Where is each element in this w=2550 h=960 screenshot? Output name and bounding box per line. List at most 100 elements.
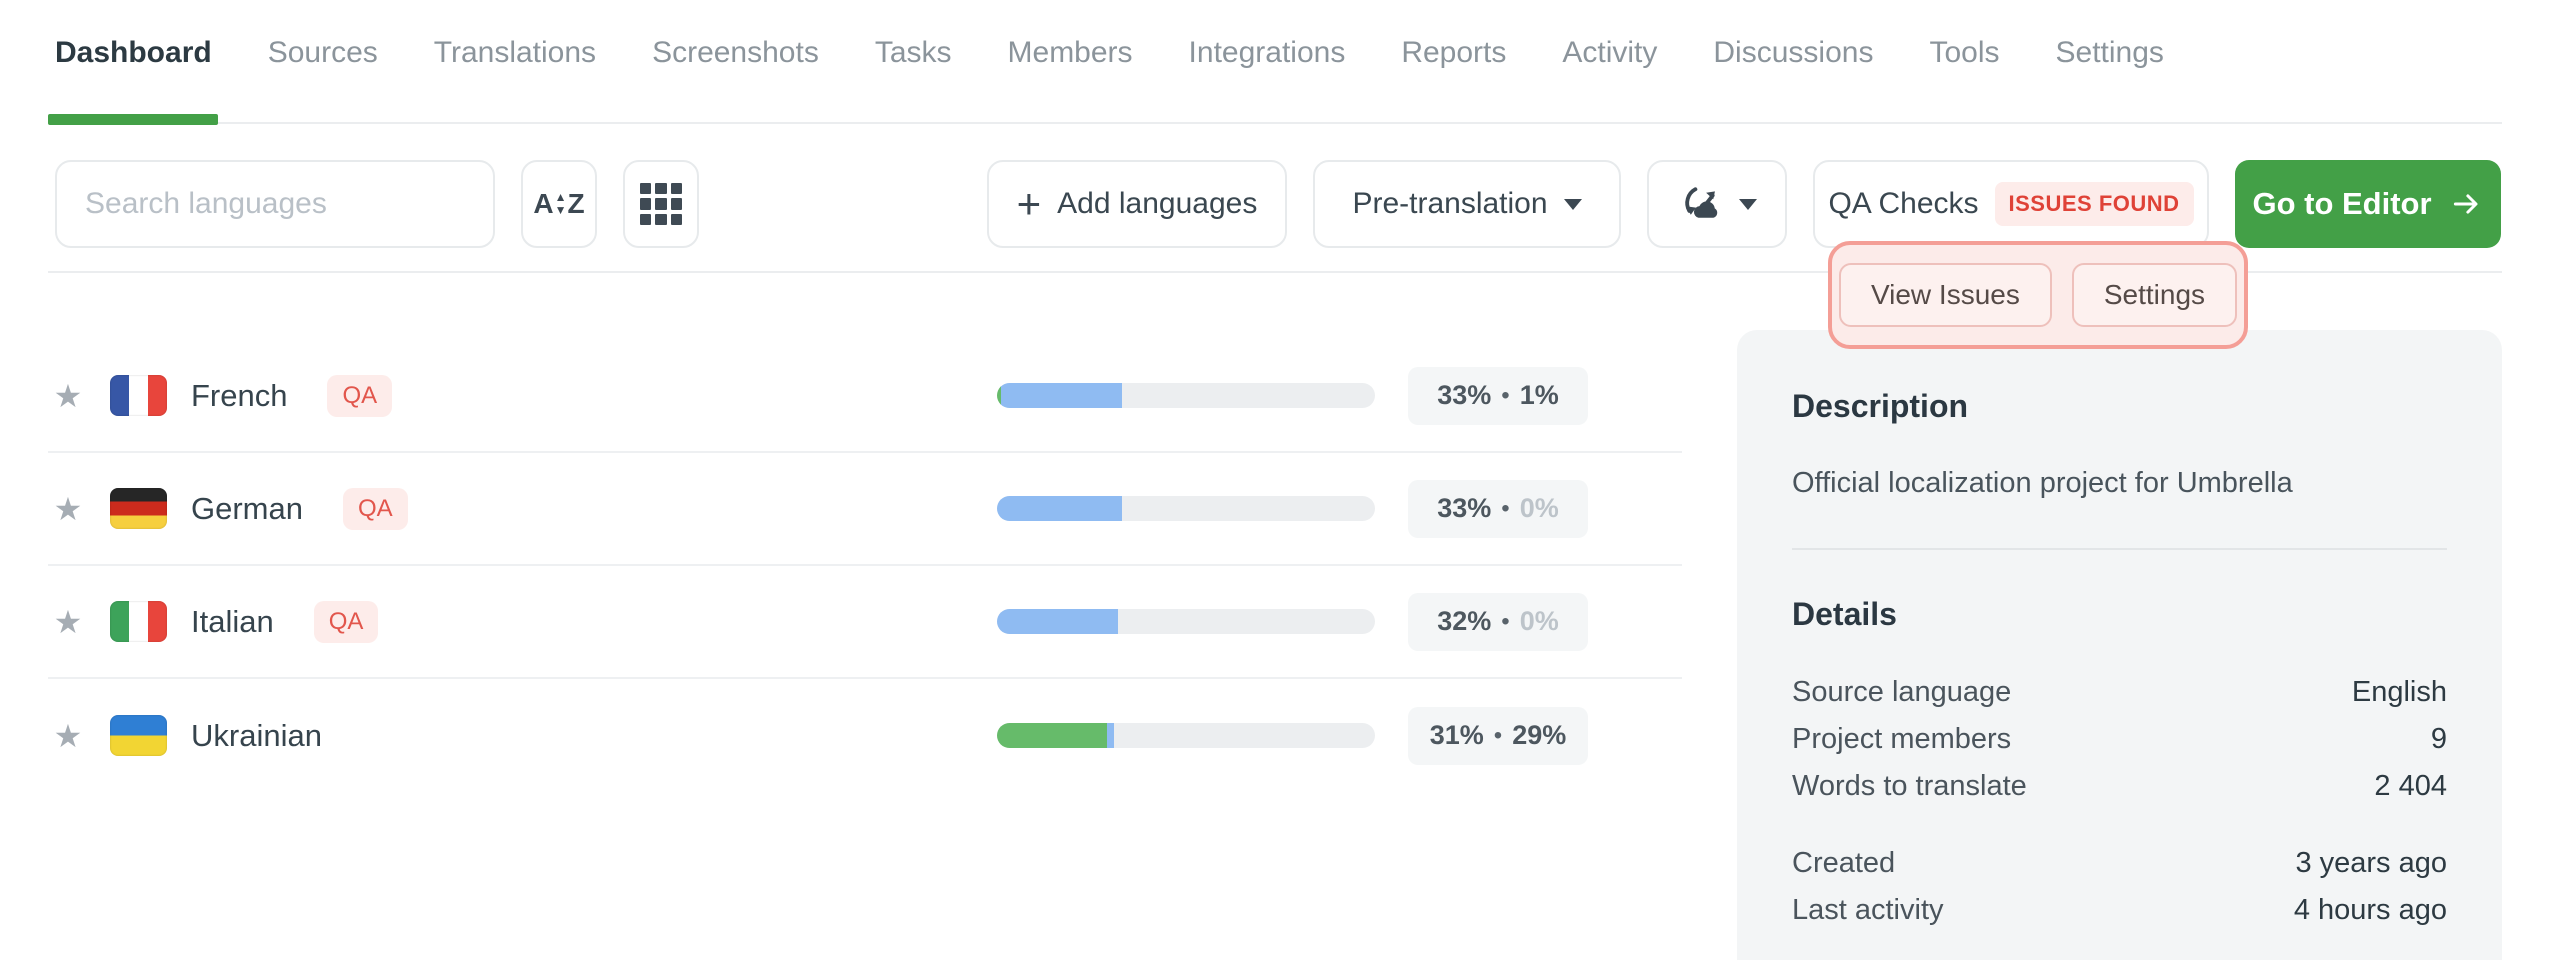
dot-separator: •: [1494, 722, 1502, 750]
qa-checks-button[interactable]: QA Checks ISSUES FOUND: [1813, 160, 2209, 248]
approved-percent: 1%: [1520, 380, 1559, 411]
panel-divider: [1792, 548, 2447, 550]
progress-translated: [1107, 723, 1115, 748]
detail-row-source-language: Source language English: [1792, 669, 2447, 716]
pre-translation-dropdown[interactable]: Pre-translation: [1313, 160, 1621, 248]
dot-separator: •: [1501, 608, 1509, 636]
progress-bar: [997, 723, 1375, 748]
arrow-right-icon: [2448, 189, 2484, 219]
go-to-editor-button[interactable]: Go to Editor: [2235, 160, 2501, 248]
description-title: Description: [1792, 388, 2447, 425]
tab-sources[interactable]: Sources: [268, 36, 378, 70]
progress-stats-badge: 33% • 0%: [1408, 480, 1588, 538]
cloud-sync-icon: [1677, 181, 1723, 227]
language-name[interactable]: German: [191, 491, 303, 527]
tab-tools[interactable]: Tools: [1929, 36, 1999, 70]
project-nav-tabs: Dashboard Sources Translations Screensho…: [55, 36, 2164, 70]
dot-separator: •: [1501, 382, 1509, 410]
sync-dropdown-button[interactable]: [1647, 160, 1787, 248]
progress-translated: [997, 496, 1122, 521]
settings-button[interactable]: Settings: [2072, 263, 2237, 327]
tab-discussions[interactable]: Discussions: [1713, 36, 1873, 70]
language-name[interactable]: French: [191, 378, 287, 414]
detail-row-last-activity: Last activity 4 hours ago: [1792, 887, 2447, 934]
favorite-star-icon[interactable]: ★: [48, 717, 88, 755]
sort-languages-button[interactable]: A ▲ ▼ Z: [521, 160, 597, 248]
language-list: ★ French QA 33% • 1% ★ German QA: [48, 340, 1682, 792]
nav-divider: [48, 122, 2502, 124]
tab-tasks[interactable]: Tasks: [875, 36, 952, 70]
go-to-editor-label: Go to Editor: [2252, 186, 2431, 222]
qa-checks-popover: View Issues Settings: [1828, 241, 2248, 349]
details-title: Details: [1792, 596, 2447, 633]
detail-value: 4 hours ago: [2294, 894, 2447, 927]
chevron-down-icon: [1739, 199, 1757, 210]
tab-integrations[interactable]: Integrations: [1189, 36, 1346, 70]
description-text: Official localization project for Umbrel…: [1792, 467, 2447, 500]
flag-italian: [110, 601, 167, 642]
detail-row-created: Created 3 years ago: [1792, 840, 2447, 887]
sort-az-icon: A ▲ ▼ Z: [533, 188, 584, 220]
progress-stats-badge: 33% • 1%: [1408, 367, 1588, 425]
detail-label: Created: [1792, 847, 1895, 880]
flag-german: [110, 488, 167, 529]
favorite-star-icon[interactable]: ★: [48, 603, 88, 641]
tab-screenshots[interactable]: Screenshots: [652, 36, 819, 70]
progress-stats-badge: 31% • 29%: [1408, 707, 1588, 765]
translated-percent: 31%: [1430, 720, 1484, 751]
progress-bar: [997, 496, 1375, 521]
tab-translations[interactable]: Translations: [434, 36, 596, 70]
detail-label: Words to translate: [1792, 770, 2027, 803]
language-row-italian: ★ Italian QA 32% • 0%: [48, 566, 1682, 679]
dot-separator: •: [1501, 495, 1509, 523]
tab-reports[interactable]: Reports: [1401, 36, 1506, 70]
progress-bar: [997, 609, 1375, 634]
detail-row-project-members: Project members 9: [1792, 716, 2447, 763]
progress-translated: [997, 609, 1118, 634]
detail-label: Project members: [1792, 723, 2011, 756]
progress-translated: [1001, 383, 1122, 408]
detail-value: 2 404: [2374, 770, 2447, 803]
language-row-german: ★ German QA 33% • 0%: [48, 453, 1682, 566]
qa-badge[interactable]: QA: [314, 601, 379, 643]
progress-bar: [997, 383, 1375, 408]
detail-value: 3 years ago: [2295, 847, 2447, 880]
favorite-star-icon[interactable]: ★: [48, 490, 88, 528]
tab-activity[interactable]: Activity: [1562, 36, 1657, 70]
translated-percent: 33%: [1437, 380, 1491, 411]
qa-checks-label: QA Checks: [1828, 187, 1978, 221]
approved-percent: 0%: [1520, 606, 1559, 637]
language-name[interactable]: Ukrainian: [191, 718, 322, 754]
detail-row-words-to-translate: Words to translate 2 404: [1792, 763, 2447, 810]
translated-percent: 32%: [1437, 606, 1491, 637]
languages-toolbar: A ▲ ▼ Z + Add languages Pre-translation: [55, 160, 2501, 248]
view-issues-button[interactable]: View Issues: [1839, 263, 2052, 327]
pre-translation-label: Pre-translation: [1352, 187, 1547, 221]
progress-stats-badge: 32% • 0%: [1408, 593, 1588, 651]
tab-settings[interactable]: Settings: [2056, 36, 2164, 70]
chevron-down-icon: [1564, 199, 1582, 210]
qa-badge[interactable]: QA: [327, 375, 392, 417]
favorite-star-icon[interactable]: ★: [48, 377, 88, 415]
approved-percent: 29%: [1512, 720, 1566, 751]
progress-approved: [997, 723, 1107, 748]
qa-badge[interactable]: QA: [343, 488, 408, 530]
flag-french: [110, 375, 167, 416]
detail-label: Last activity: [1792, 894, 1944, 927]
flag-ukrainian: [110, 715, 167, 756]
add-languages-label: Add languages: [1057, 187, 1257, 221]
detail-value: 9: [2431, 723, 2447, 756]
details-rows: Source language English Project members …: [1792, 669, 2447, 934]
grid-view-icon: [640, 183, 682, 225]
translated-percent: 33%: [1437, 493, 1491, 524]
project-details-panel: Description Official localization projec…: [1737, 330, 2502, 960]
language-name[interactable]: Italian: [191, 604, 274, 640]
add-languages-button[interactable]: + Add languages: [987, 160, 1287, 248]
tab-members[interactable]: Members: [1008, 36, 1133, 70]
language-row-ukrainian: ★ Ukrainian QA 31% • 29%: [48, 679, 1682, 792]
search-languages-input[interactable]: [85, 187, 465, 221]
detail-value: English: [2352, 676, 2447, 709]
tab-dashboard[interactable]: Dashboard: [55, 36, 212, 70]
language-row-french: ★ French QA 33% • 1%: [48, 340, 1682, 453]
grid-view-button[interactable]: [623, 160, 699, 248]
